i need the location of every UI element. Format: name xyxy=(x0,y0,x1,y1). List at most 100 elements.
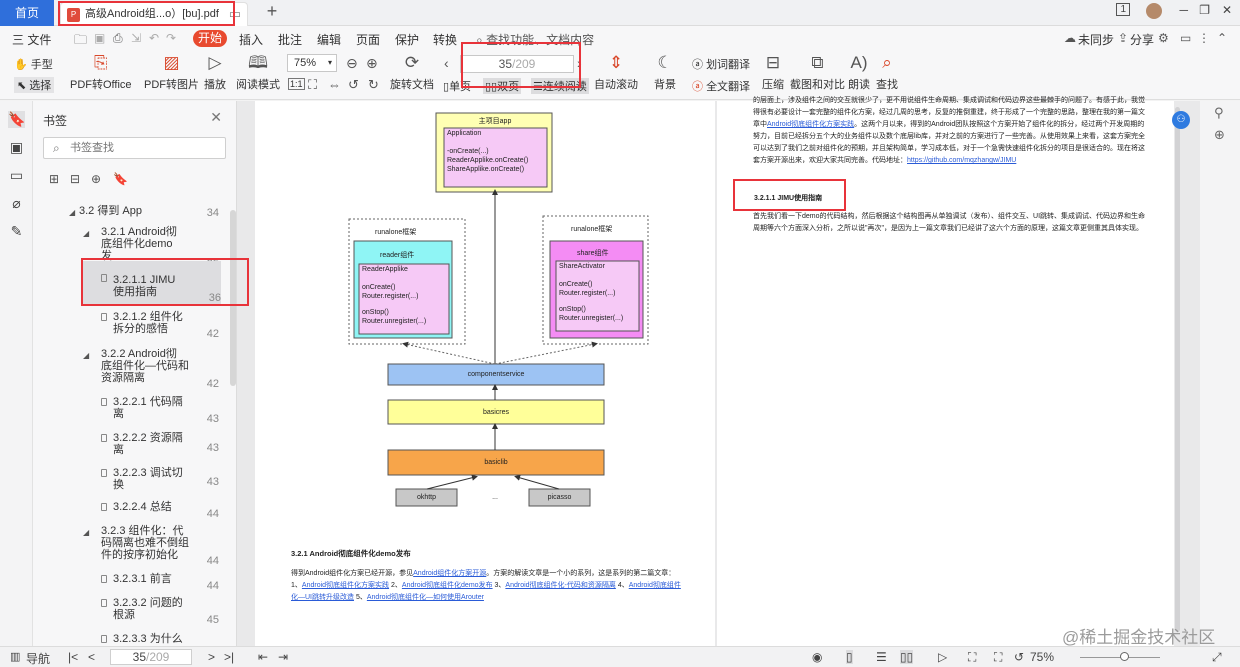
signature-icon[interactable]: ✎ xyxy=(8,223,25,240)
attachment-icon[interactable]: ⌀ xyxy=(8,195,25,212)
document-scrollbar[interactable] xyxy=(1175,107,1180,632)
comment-icon[interactable]: ▭ xyxy=(8,167,25,184)
bookmark-search-input[interactable] xyxy=(70,140,220,156)
redo-icon[interactable]: ↷ xyxy=(166,31,176,45)
tab-close-icon[interactable]: ▭ xyxy=(229,6,241,22)
zoom-search-icon[interactable]: ⊕ xyxy=(1214,127,1225,143)
back-icon[interactable]: ⇤ xyxy=(258,650,268,664)
status-zoom[interactable]: 75% xyxy=(1030,650,1054,664)
bookmark-item[interactable]: ◢ 3.2.3 组件化：代 码隔离也难不倒组 件的按序初始化 44 xyxy=(83,525,219,567)
menu-file[interactable]: 三 文件 xyxy=(12,31,51,48)
save-icon[interactable]: ▣ xyxy=(94,31,105,45)
skin-icon[interactable]: ▭ xyxy=(1180,31,1191,45)
menu-start[interactable]: 开始 xyxy=(193,30,227,47)
menu-annotate[interactable]: 批注 xyxy=(278,31,302,48)
continuous-read-button[interactable]: ☰连续阅读 xyxy=(531,78,589,94)
bookmark-item[interactable]: 3.2.2.4 总结 44 xyxy=(101,501,219,520)
status-page-input[interactable]: 35/209 xyxy=(110,649,192,665)
undo-icon[interactable]: ↶ xyxy=(149,31,159,45)
bookmark-item[interactable]: 3.2.3.2 问题的 根源 45 xyxy=(101,597,219,627)
nav-label[interactable]: 导航 xyxy=(26,650,50,667)
rotate-right-icon[interactable]: ↻ xyxy=(368,77,379,93)
double-page-button[interactable]: ▯▯双页 xyxy=(483,78,522,94)
compress-button[interactable]: ⊟ 压缩 xyxy=(762,52,784,92)
link[interactable]: Android彻底组件化方案实践 xyxy=(302,582,389,589)
bookmark-item[interactable]: 3.2.1.2 组件化 拆分的感悟 42 xyxy=(101,311,219,341)
reading-mode-button[interactable]: 🕮 阅读模式 xyxy=(236,52,280,92)
forward-icon[interactable]: ⇥ xyxy=(278,650,288,664)
share-icon[interactable]: ⇪ xyxy=(1118,31,1128,45)
nav-toggle-icon[interactable]: ▥ xyxy=(10,650,20,663)
play-icon[interactable]: ▷ xyxy=(938,650,947,664)
tab-home[interactable]: 首页 xyxy=(0,0,54,26)
play-button[interactable]: ▷ 播放 xyxy=(204,52,226,92)
word-translate-button[interactable]: ⓐ 划词翻译 xyxy=(692,56,750,72)
fit-width-icon[interactable]: ⛶ xyxy=(994,650,1002,665)
menu-convert[interactable]: 转换 xyxy=(433,31,457,48)
bookmark-item-selected[interactable]: 3.2.1.1 JIMU 使用指南 36 xyxy=(81,261,221,305)
link[interactable]: https://github.com/mqzhangw/JIMU xyxy=(907,157,1016,164)
zoom-out-icon[interactable]: ⊖ xyxy=(346,55,358,72)
read-aloud-button[interactable]: A) 朗读 xyxy=(848,52,870,92)
filter-icon[interactable]: ⚲ xyxy=(1214,105,1224,121)
link[interactable]: Android组件化方案开源 xyxy=(413,570,486,577)
zoom-slider[interactable] xyxy=(1080,651,1160,663)
fit-page-icon[interactable]: ⛶ xyxy=(308,77,317,93)
link[interactable]: Android彻底组件化方案实践 xyxy=(767,121,854,128)
single-page-button[interactable]: ▯单页 xyxy=(443,78,471,94)
search-function-input[interactable]: ⌕ 查找功能、文档内容 xyxy=(476,31,594,48)
double-view-icon[interactable]: ▯▯ xyxy=(900,650,914,664)
last-page-icon[interactable]: >| xyxy=(224,650,234,664)
sync-status[interactable]: 未同步 xyxy=(1078,31,1114,48)
full-translate-button[interactable]: ⓐ 全文翻译 xyxy=(692,78,750,94)
screenshot-compare-button[interactable]: ⧉ 截图和对比 xyxy=(790,52,845,92)
next-page-icon[interactable]: > xyxy=(208,650,215,664)
bookmark-search[interactable]: ⌕ xyxy=(43,137,226,159)
rotate-icon[interactable]: ↺ xyxy=(1014,650,1024,664)
bookmark-item[interactable]: 3.2.3.3 为什么 xyxy=(101,633,219,646)
new-tab-button[interactable]: + xyxy=(262,1,282,22)
assistant-icon[interactable]: ⚇ xyxy=(1172,111,1190,129)
prev-page-icon[interactable]: ‹ xyxy=(444,55,449,71)
add-bookmark-icon[interactable]: ⊞ xyxy=(49,172,59,186)
bookmark-item[interactable]: ◢ 3.2.1 Android彻 底组件化demo发 布 35 xyxy=(83,226,219,274)
zoom-in-icon[interactable]: ⊕ xyxy=(366,55,378,72)
link[interactable]: Android彻底组件化-代码和资源隔离 xyxy=(505,582,615,589)
expand-all-icon[interactable]: ⊟ xyxy=(70,172,80,186)
bookmark-item[interactable]: ◢ 3.2 得到 App 34 xyxy=(69,205,219,219)
auto-scroll-button[interactable]: ⇕ 自动滚动 xyxy=(594,52,638,92)
hand-tool[interactable]: ✋ 手型 xyxy=(14,56,53,72)
background-button[interactable]: ☾ 背景 xyxy=(654,52,676,92)
single-view-icon[interactable]: ▯ xyxy=(846,650,853,664)
bookmark-item[interactable]: 3.2.3.1 前言 44 xyxy=(101,573,219,592)
fit-width-icon[interactable]: ⇔ xyxy=(328,77,341,92)
link[interactable]: Android彻底组件化demo发布 xyxy=(402,582,493,589)
avatar[interactable] xyxy=(1146,3,1162,19)
tab-document[interactable]: P 高级Android组...o）[bu].pdf ▭ xyxy=(60,2,248,26)
rotate-left-icon[interactable]: ↺ xyxy=(348,77,359,93)
bookmark-scrollbar[interactable] xyxy=(230,210,236,386)
first-page-icon[interactable]: |< xyxy=(68,650,78,664)
menu-edit[interactable]: 编辑 xyxy=(317,31,341,48)
menu-page[interactable]: 页面 xyxy=(356,31,380,48)
close-button[interactable]: ✕ xyxy=(1222,3,1232,17)
bookmark-item[interactable]: ◢ 3.2.2 Android彻 底组件化—代码和 资源隔离 42 xyxy=(83,348,219,390)
bookmark-add-icon[interactable]: ⊕ xyxy=(91,172,101,186)
export-icon[interactable]: ⇲ xyxy=(131,31,141,45)
print-icon[interactable]: ⎙ xyxy=(113,31,123,46)
zoom-slider-handle[interactable] xyxy=(1120,652,1129,661)
fit-icon[interactable]: ⛶ xyxy=(968,650,976,665)
bookmark-item[interactable]: 3.2.2.3 调试切 换 43 xyxy=(101,467,219,497)
prev-page-icon[interactable]: < xyxy=(88,650,95,664)
bookmark-icon[interactable]: 🔖 xyxy=(113,172,128,186)
more-icon[interactable]: ⋮ xyxy=(1198,31,1210,45)
eye-icon[interactable]: ◉ xyxy=(812,650,822,664)
minimize-button[interactable]: ─ xyxy=(1179,3,1188,17)
thumbnail-icon[interactable]: ▣ xyxy=(8,139,25,156)
bookmark-item[interactable]: 3.2.2.1 代码隔 离 43 xyxy=(101,396,219,426)
restore-button[interactable]: ❐ xyxy=(1199,3,1210,17)
continuous-view-icon[interactable]: ☰ xyxy=(876,650,887,664)
fullscreen-icon[interactable]: ⤢ xyxy=(1212,650,1222,665)
bookmark-item[interactable]: 3.2.2.2 资源隔 离 43 xyxy=(101,432,219,462)
close-icon[interactable]: ✕ xyxy=(210,109,222,126)
